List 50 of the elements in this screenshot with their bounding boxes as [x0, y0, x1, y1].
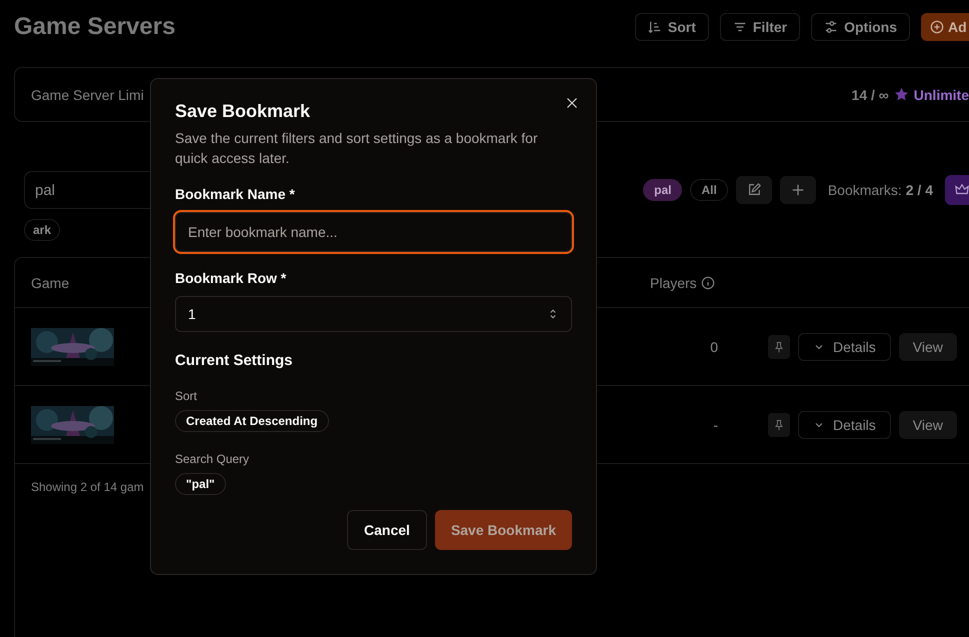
pin-icon [773, 340, 785, 352]
name-input[interactable]: Enter bookmark name... [175, 212, 572, 252]
filter-button[interactable]: Filter [720, 13, 800, 41]
player-count: 0 [710, 338, 718, 354]
setting-label: Sort [175, 389, 198, 403]
player-count: - [713, 416, 718, 432]
sort-icon [648, 20, 662, 34]
pin-button[interactable] [768, 334, 790, 358]
page-title: Game Servers [14, 13, 176, 41]
setting-value: Created At Descending [175, 410, 329, 432]
sliders-icon [824, 20, 838, 34]
add-button[interactable]: Ad [921, 13, 969, 41]
tag[interactable]: ark [24, 219, 60, 241]
section-title: Current Settings [175, 352, 294, 369]
details-button[interactable]: Details [798, 410, 891, 438]
limits-label: Game Server Limi [31, 86, 144, 102]
view-button[interactable]: View [898, 332, 957, 360]
field-label: Bookmark Row * [175, 270, 288, 286]
dialog-description: Save the current filters and sort settings as a bookmark for quick access later. [175, 129, 539, 168]
row-select[interactable]: 1 [175, 296, 572, 332]
info-icon [700, 276, 715, 290]
plus-circle-icon [930, 20, 944, 34]
cancel-button[interactable]: Cancel [347, 510, 427, 550]
details-button[interactable]: Details [798, 332, 891, 360]
close-icon [566, 97, 578, 109]
star-icon [894, 87, 909, 102]
options-button[interactable]: Options [811, 13, 910, 41]
add-button[interactable] [780, 176, 816, 204]
edit-icon [746, 183, 761, 197]
pin-icon [773, 418, 785, 430]
pin-button[interactable] [768, 412, 790, 436]
plan-label: Unlimite [914, 86, 969, 102]
setting-value: "pal" [175, 473, 226, 495]
results-summary: Showing 2 of 14 gam [31, 480, 144, 494]
bookmark-chip[interactable]: pal [643, 179, 682, 201]
bookmarks-count: 2 / 4 [906, 182, 933, 198]
plus-icon [790, 183, 805, 197]
upgrade-button[interactable] [945, 175, 969, 205]
crown-icon [955, 183, 969, 197]
sort-button[interactable]: Sort [634, 13, 709, 41]
bookmarks-label: Bookmarks: [828, 182, 902, 198]
dialog-title: Save Bookmark [175, 101, 312, 122]
edit-button[interactable] [736, 176, 772, 204]
view-button[interactable]: View [898, 410, 957, 438]
setting-label: Search Query [175, 452, 250, 466]
bookmark-chip[interactable]: All [690, 179, 728, 201]
column-header: Players [650, 274, 697, 290]
filter-icon [732, 20, 747, 34]
usage-count: 14 / ∞ [852, 86, 889, 102]
column-header: Game [31, 274, 70, 290]
